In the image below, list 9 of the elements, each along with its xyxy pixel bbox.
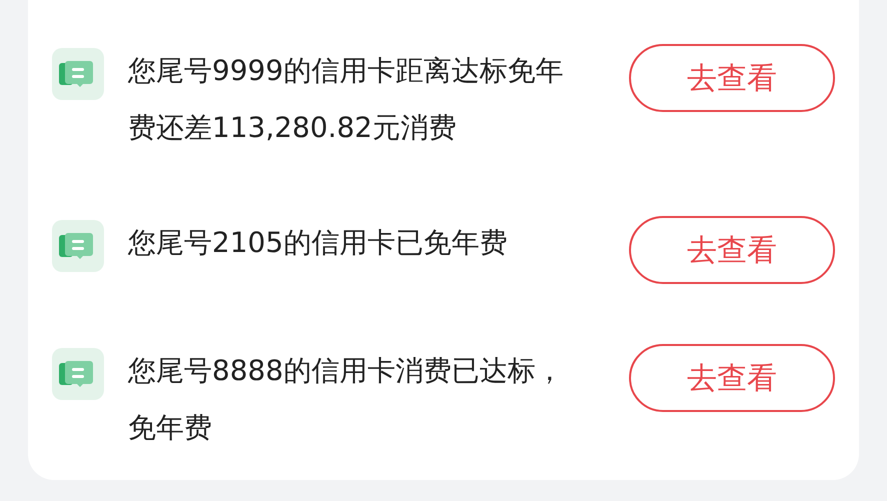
view-button[interactable]: 去查看 [629, 216, 835, 284]
notice-text: 您尾号2105的信用卡已免年费 [128, 225, 508, 261]
notice-text: 您尾号9999的信用卡距离达标免年费还差113,280.82元消费 [128, 53, 564, 146]
notice-text: 您尾号8888的信用卡消费已达标，免年费 [128, 353, 564, 446]
message-card-icon [52, 348, 104, 400]
message-card-icon [52, 48, 104, 100]
message-card-icon [52, 220, 104, 272]
view-button[interactable]: 去查看 [629, 344, 835, 412]
view-button[interactable]: 去查看 [629, 44, 835, 112]
